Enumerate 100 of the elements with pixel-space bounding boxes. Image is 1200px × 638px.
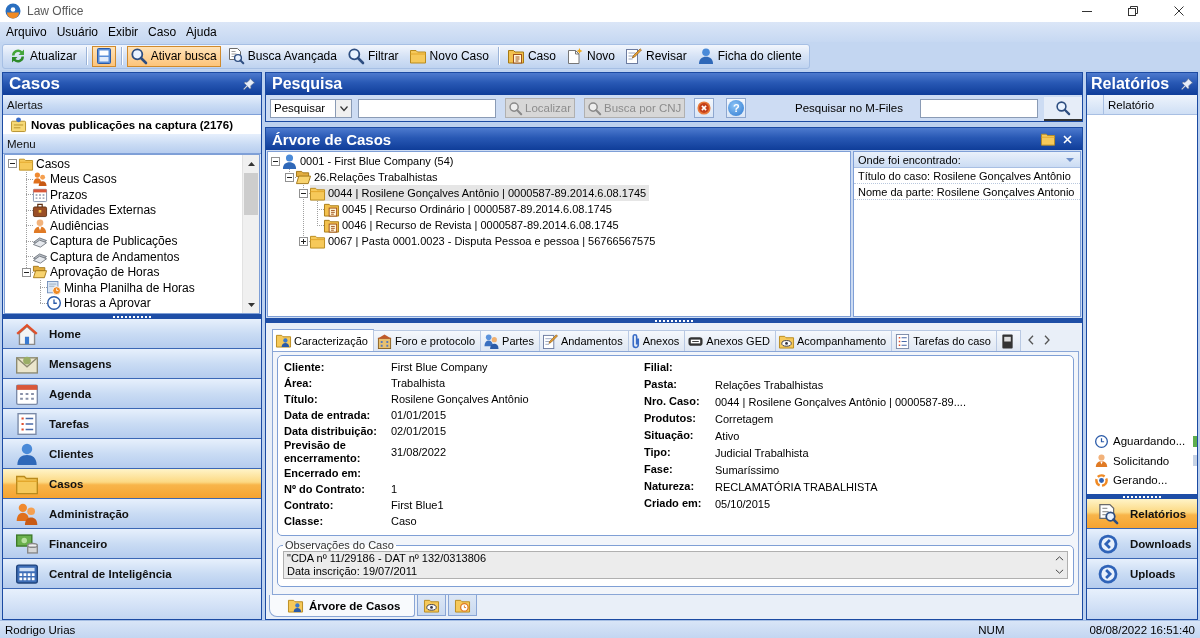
cancel-icon [697,101,712,115]
tree-item[interactable]: Captura de Publicações [33,233,181,249]
field-label: Filial: [644,361,674,374]
nav-button[interactable]: Casos [3,469,261,499]
nav-button[interactable]: Administração [3,499,261,529]
field-value: Sumaríssimo [715,463,780,476]
result-row[interactable]: Nome da parte: Rosilene Gonçalves Antonio [854,184,1080,200]
calendar-icon [33,187,47,202]
menu-item[interactable]: Ajuda [181,25,222,39]
down-arrow-icon[interactable] [247,302,255,307]
chevron-down-icon[interactable] [1054,569,1064,574]
tab[interactable]: Foro e protocolo [373,330,482,351]
splitter[interactable] [3,314,261,319]
tree-item[interactable]: Audiências [33,218,112,234]
app-logo-icon [5,3,21,19]
up-arrow-icon[interactable] [247,161,255,166]
tree-item[interactable]: Aprovação de Horas [33,264,163,280]
search-field[interactable] [920,98,1038,118]
tree-item[interactable]: Horas a Aprovar [47,295,154,311]
nav-button[interactable]: Central de Inteligência [3,559,261,589]
toolbar-button[interactable]: Ficha do cliente [693,45,806,67]
restore-icon[interactable] [1128,6,1138,16]
tab[interactable] [995,330,1021,351]
menu-item[interactable]: Usuário [51,25,104,39]
chevron-up-icon[interactable] [1054,556,1064,561]
cancel-button[interactable] [694,98,715,118]
menu-item[interactable]: Caso [143,25,182,39]
field-label: Produtos: [644,412,697,425]
toolbar-button[interactable]: Caso [503,45,560,67]
tree-item[interactable]: 0067 | Pasta 0001.0023 - Disputa Pessoa e pessoa | 56766567575 [310,233,659,249]
pin-icon[interactable] [1181,78,1193,90]
collapse-icon[interactable] [270,156,280,166]
nav-button[interactable]: Mensagens [3,349,261,379]
tree-item[interactable]: Minha Planilha de Horas [47,280,198,296]
panel-title: Relatórios [1091,75,1171,93]
toolbar-button[interactable]: Filtrar [343,45,403,67]
tree-item[interactable]: 0045 | Recurso Ordinário | 0000587-89.2014.6.08.1745 [324,201,615,217]
tab[interactable]: Árvore de Casos [269,595,416,617]
collapse-icon[interactable] [21,267,31,277]
menu-item[interactable]: Arquivo [1,25,52,39]
tree-item[interactable]: Atividades Externas [33,202,160,218]
collapse-icon[interactable] [7,159,17,169]
tab[interactable]: Acompanhamento [774,330,893,351]
field-label: Criado em: [644,497,703,510]
menu-item[interactable]: Exibir [103,25,144,39]
toolbar-button[interactable] [91,45,116,67]
nav-button[interactable]: Clientes [3,439,261,469]
alert-item[interactable]: Novas publicações na captura (2176) [3,115,261,134]
partial-icon [1193,455,1197,467]
toolbar-button[interactable]: Atualizar [6,45,81,67]
nav-button[interactable]: Home [3,319,261,349]
tree-item[interactable]: 0001 - First Blue Company (54) [282,153,457,169]
result-row[interactable]: Título do caso: Rosilene Gonçalves Antônio [854,168,1080,184]
expand-icon[interactable] [298,236,308,246]
folder-person-icon [276,333,291,348]
tab[interactable]: Anexos [627,330,686,351]
field-label: Cliente: [284,360,326,374]
nav-button[interactable]: Financeiro [3,529,261,559]
tab[interactable]: Caracterização [272,329,374,351]
nav-button[interactable]: Uploads [1087,559,1197,589]
minimize-icon[interactable] [1082,10,1092,12]
tree-item[interactable]: 26.Relações Trabalhistas [296,169,441,185]
field-value: Judicial Trabalhista [715,446,809,459]
tab[interactable]: Partes [480,330,540,351]
tree-item[interactable]: Casos [19,156,73,172]
tree-item[interactable]: 0046 | Recurso de Revista | 0000587-89.2014.6.08.1745 [324,217,622,233]
notes-field[interactable]: "CDA nº 11/29186 - DAT nº 132/0313806 Data inscrição: 19/07/2011 [283,551,1068,579]
tree-item[interactable]: Prazos [33,187,91,203]
scrollbar[interactable] [242,155,259,313]
nav-button[interactable]: Downloads [1087,529,1197,559]
splitter[interactable] [1087,494,1197,499]
folder-icon[interactable] [1041,132,1055,146]
column-header[interactable]: Onde foi encontrado: [854,152,1080,168]
toolbar-button[interactable]: Novo Caso [405,45,493,67]
tab[interactable]: Tarefas do caso [891,330,997,351]
collapse-icon[interactable] [284,172,294,182]
nav-button[interactable]: Tarefas [3,409,261,439]
search-field[interactable] [358,98,496,118]
column-header[interactable]: Relatório [1087,95,1197,115]
toolbar-button[interactable]: Busca Avançada [223,45,341,67]
tree-item[interactable]: Meus Casos [33,171,120,187]
toolbar-button[interactable]: Novo [562,45,619,67]
tab[interactable]: Anexos GED [684,330,776,351]
scrollbar-thumb[interactable] [244,173,258,215]
nav-button[interactable]: Relatórios [1087,499,1197,529]
collapse-icon[interactable] [298,188,308,198]
chevron-left-icon[interactable] [1027,335,1034,345]
chevron-right-icon[interactable] [1043,335,1050,345]
caret-icon [339,105,348,111]
tree-item[interactable]: Captura de Andamentos [33,249,183,265]
field-value: First Blue Company [391,361,488,373]
toolbar-button[interactable]: Revisar [622,45,691,67]
pin-icon[interactable] [243,78,255,90]
mode-dropdown[interactable]: Pesquisar [270,98,352,118]
toolbar-button[interactable]: Ativar busca [126,45,221,67]
search-button[interactable] [1044,97,1082,121]
close-icon[interactable] [1174,6,1184,16]
nav-button[interactable]: Agenda [3,379,261,409]
tree-item[interactable]: 0044 | Rosilene Gonçalves Antônio | 0000587-89.2014.6.08.1745 [310,185,650,201]
tab[interactable]: Andamentos [538,330,629,351]
